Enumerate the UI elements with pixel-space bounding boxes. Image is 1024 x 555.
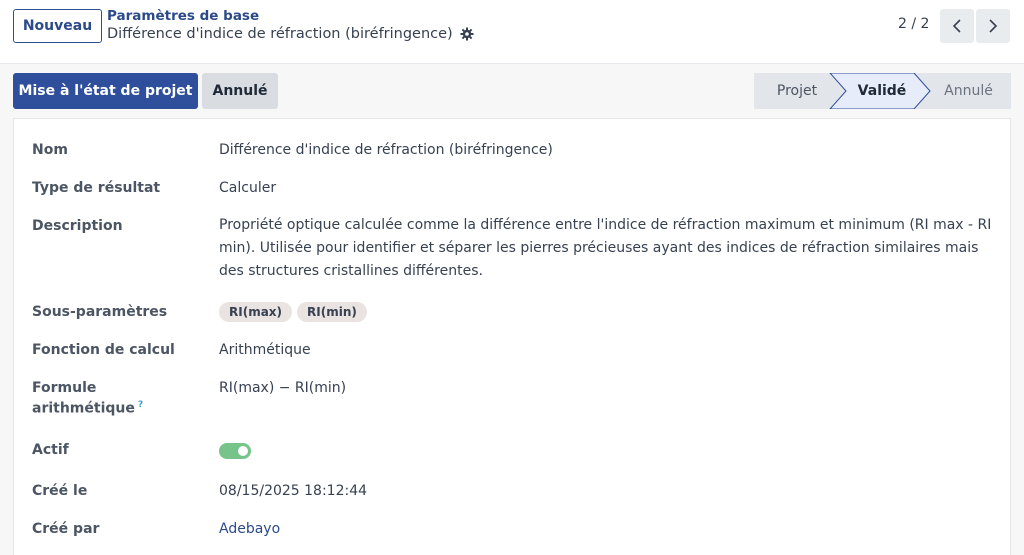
pager-previous-button[interactable]: [940, 9, 974, 43]
result-type-label: Type de résultat: [32, 180, 161, 196]
formula-label-text: arithmétique: [32, 400, 135, 417]
pager-next-button[interactable]: [976, 9, 1010, 43]
subparams-label: Sous-paramètres: [32, 304, 168, 320]
toggle-knob: [238, 446, 248, 456]
name-field[interactable]: Différence d'indice de réfraction (biréf…: [219, 142, 553, 158]
result-type-field[interactable]: Calculer: [219, 180, 276, 196]
chevron-left-icon: [952, 19, 961, 33]
calc-function-field[interactable]: Arithmétique: [219, 342, 311, 358]
form-sheet: [13, 118, 1011, 555]
formula-label-line1: Formule: [32, 380, 97, 396]
gear-icon[interactable]: [460, 27, 474, 41]
formula-label: Formule arithmétique?: [32, 380, 143, 417]
formula-label-line2: arithmétique?: [32, 400, 143, 417]
created-on-label: Créé le: [32, 483, 88, 499]
created-by-link[interactable]: Adebayo: [219, 521, 280, 537]
formula-field[interactable]: RI(max) − RI(min): [219, 380, 346, 396]
new-button[interactable]: Nouveau: [13, 9, 102, 43]
help-icon[interactable]: ?: [138, 400, 143, 410]
status-bar: Projet Validé Annulé: [754, 73, 1011, 109]
active-label: Actif: [32, 442, 69, 458]
breadcrumb-current: Différence d'indice de réfraction (biréf…: [107, 26, 474, 42]
breadcrumb-parent[interactable]: Paramètres de base: [107, 8, 259, 24]
created-on-field: 08/15/2025 18:12:44: [219, 483, 368, 499]
stage-annule[interactable]: Annulé: [926, 73, 1011, 109]
cancel-button[interactable]: Annulé: [202, 73, 278, 109]
subparam-tag[interactable]: RI(min): [297, 302, 367, 322]
calc-function-label: Fonction de calcul: [32, 342, 175, 358]
description-field[interactable]: Propriété optique calculée comme la diff…: [219, 214, 995, 283]
control-panel: Nouveau Paramètres de base Différence d'…: [0, 0, 1024, 64]
created-by-label: Créé par: [32, 521, 100, 537]
subparams-field[interactable]: RI(max) RI(min): [219, 302, 372, 322]
subparam-tag[interactable]: RI(max): [219, 302, 293, 322]
name-label: Nom: [32, 142, 68, 158]
record-title: Différence d'indice de réfraction (biréf…: [107, 26, 453, 42]
stage-projet[interactable]: Projet: [754, 73, 840, 109]
pager-counter[interactable]: 2 / 2: [898, 16, 929, 32]
stage-valide[interactable]: Validé: [842, 73, 922, 109]
set-to-draft-button[interactable]: Mise à l'état de projet: [13, 73, 198, 109]
active-toggle[interactable]: [219, 443, 251, 459]
description-label: Description: [32, 218, 123, 234]
chevron-right-icon: [989, 19, 998, 33]
